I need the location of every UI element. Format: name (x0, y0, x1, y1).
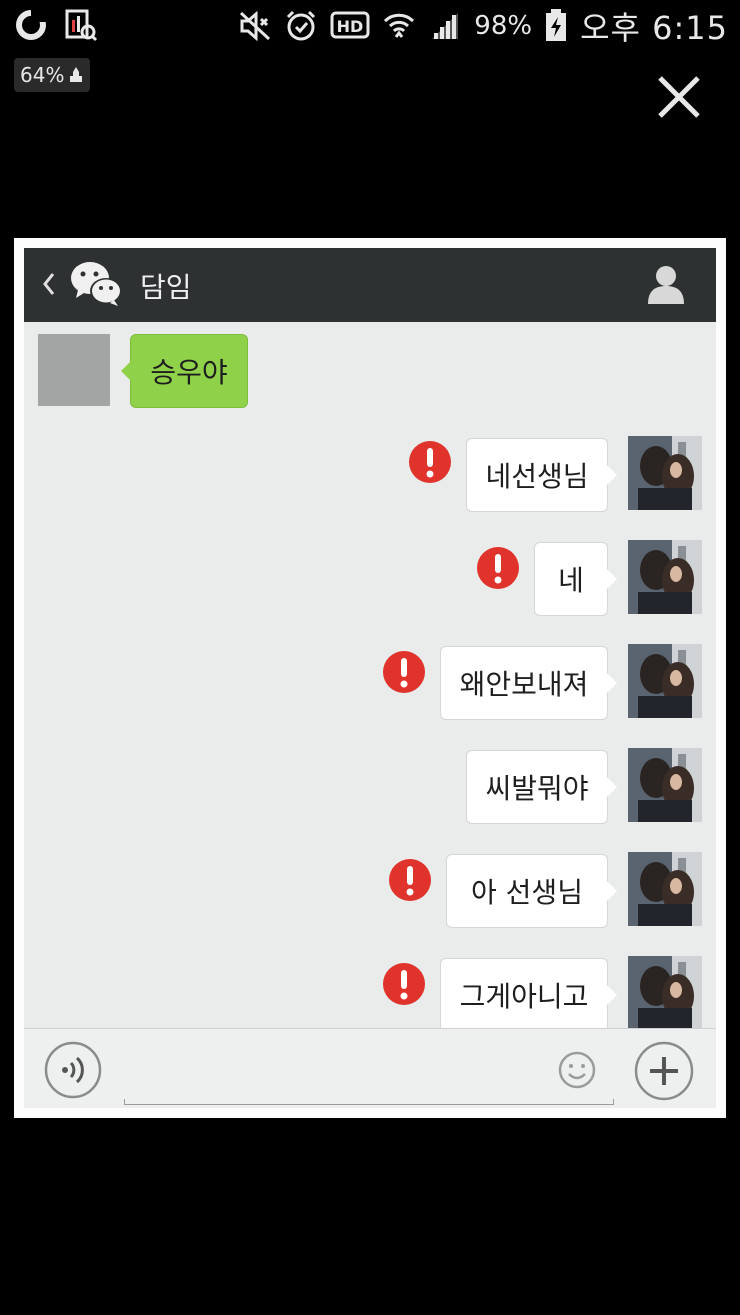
profile-icon[interactable] (644, 262, 688, 306)
status-right-icons: HD 98% 오후 6:15 (238, 4, 728, 48)
close-icon[interactable] (652, 70, 706, 124)
outgoing-message[interactable]: 그게아니고 (440, 958, 617, 1032)
avatar[interactable] (628, 748, 702, 822)
outgoing-message[interactable]: 네 (534, 542, 617, 616)
status-bar: HD 98% 오후 6:15 (0, 0, 740, 52)
back-chevron-icon[interactable] (38, 266, 58, 302)
status-time: 오후 6:15 (580, 9, 728, 47)
outgoing-message[interactable]: 아 선생님 (446, 854, 617, 928)
status-left-icons (14, 8, 98, 42)
avatar[interactable] (628, 436, 702, 510)
error-icon[interactable] (408, 440, 452, 484)
wechat-logo-icon (71, 262, 122, 306)
avatar[interactable] (38, 334, 110, 406)
error-icon[interactable] (382, 650, 426, 694)
carrier-app-icon (16, 10, 46, 40)
message-input[interactable] (128, 1045, 548, 1095)
wifi-icon (384, 13, 415, 38)
chat-title: 담임 (140, 271, 192, 304)
battery-charging-icon (546, 9, 567, 41)
message-input-underline (124, 1099, 614, 1105)
hd-voice-icon: HD (330, 11, 370, 39)
battery-percent: 98% (474, 11, 533, 41)
battery-badge-text: 64% (20, 63, 65, 87)
avatar[interactable] (628, 956, 702, 1030)
mute-icon (240, 10, 271, 42)
error-icon[interactable] (388, 858, 432, 902)
chat-window: 담임 승우야 네선생님 네 왜안보내져 씨발뭐야 아 선생님 그게아니고 (24, 248, 716, 1108)
outgoing-message[interactable]: 왜안보내져 (440, 646, 617, 720)
error-icon[interactable] (476, 546, 520, 590)
avatar[interactable] (628, 540, 702, 614)
error-icon[interactable] (382, 962, 426, 1006)
outgoing-message[interactable]: 네선생님 (466, 438, 617, 512)
input-bar (24, 1028, 716, 1108)
alarm-icon (287, 10, 316, 41)
outgoing-message[interactable]: 씨발뭐야 (466, 750, 617, 824)
chat-screenshot-frame: 담임 승우야 네선생님 네 왜안보내져 씨발뭐야 아 선생님 그게아니고 (14, 238, 726, 1118)
chat-header: 담임 (24, 248, 716, 322)
battery-badge: 64% (14, 58, 91, 92)
svg-text:HD: HD (337, 17, 364, 36)
usb-charge-icon (70, 67, 83, 82)
avatar[interactable] (628, 644, 702, 718)
emoji-icon[interactable] (558, 1051, 596, 1089)
task-monitor-icon (65, 9, 98, 42)
avatar[interactable] (628, 852, 702, 926)
signal-icon (432, 13, 459, 39)
plus-icon[interactable] (634, 1041, 694, 1101)
message-list: 승우야 네선생님 네 왜안보내져 씨발뭐야 아 선생님 그게아니고 (24, 322, 716, 1032)
incoming-message[interactable]: 승우야 (121, 334, 248, 408)
voice-icon[interactable] (44, 1041, 102, 1099)
